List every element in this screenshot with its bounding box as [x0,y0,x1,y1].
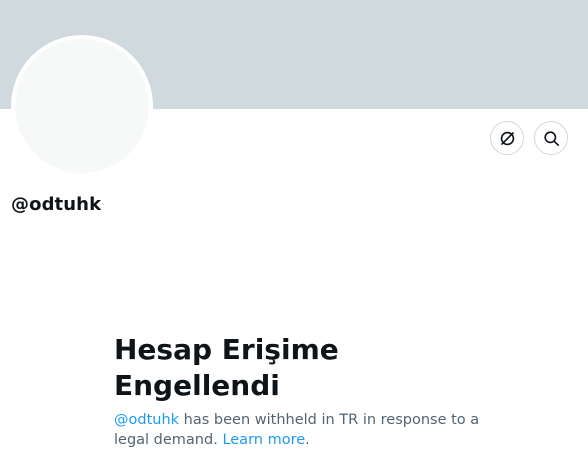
profile-page: @odtuhk Hesap Erişime Engellendi @odtuhk… [0,0,588,473]
more-actions-button[interactable] [490,121,524,155]
search-button[interactable] [534,121,568,155]
avatar-placeholder [15,39,149,173]
withheld-notice: Hesap Erişime Engellendi @odtuhk has bee… [114,332,484,450]
search-icon [543,130,559,146]
message-end-period: . [305,432,310,448]
handle-link[interactable]: @odtuhk [114,412,179,428]
withheld-message: @odtuhk has been withheld in TR in respo… [114,410,484,450]
withheld-title: Hesap Erişime Engellendi [114,333,339,402]
avatar [11,35,153,177]
learn-more-link[interactable]: Learn more [222,432,305,448]
block-circle-icon [500,131,514,145]
profile-handle: @odtuhk [11,194,102,215]
